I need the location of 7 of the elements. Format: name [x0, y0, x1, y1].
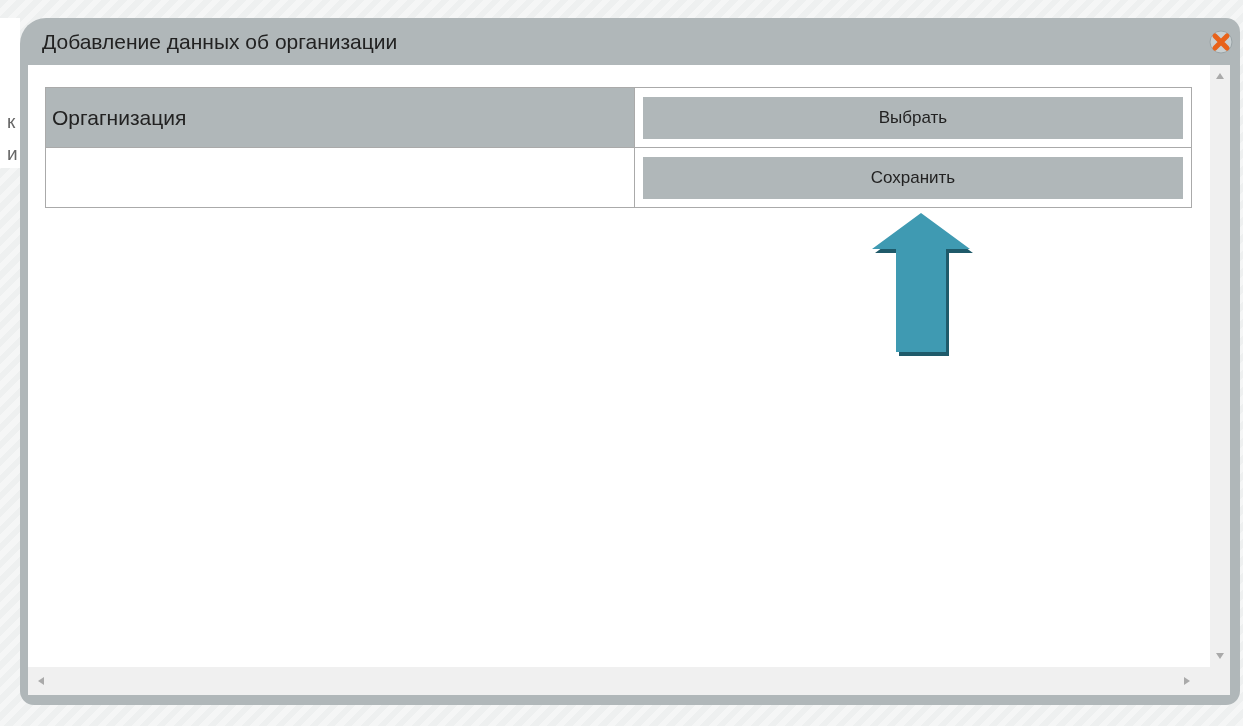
window-title: Добавление данных об организации	[41, 29, 398, 54]
close-icon	[1209, 29, 1233, 54]
field-label: Оргагнизация	[51, 105, 187, 129]
action-button[interactable]: Сохранить	[643, 156, 1183, 199]
action-button[interactable]: Выбрать	[643, 96, 1183, 139]
background-text: к	[6, 110, 17, 134]
background-text: и	[6, 142, 19, 166]
